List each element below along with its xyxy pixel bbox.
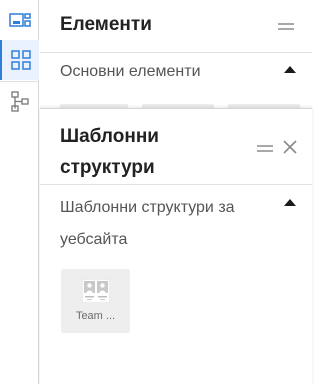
drag-handle-icon[interactable] — [278, 23, 294, 30]
section-divider — [40, 184, 312, 185]
tool-elements-button[interactable] — [0, 40, 39, 80]
grid-icon — [10, 50, 31, 70]
panel-title: Шаблонни структури — [60, 126, 159, 178]
template-card-team[interactable]: Team ... — [61, 269, 130, 333]
tool-structure-button[interactable] — [0, 82, 39, 122]
collapse-caret-icon[interactable] — [284, 66, 296, 73]
left-toolstrip — [0, 0, 39, 384]
templates-panel: Шаблонни структури Шаблонни структури за… — [40, 108, 312, 385]
close-icon[interactable] — [282, 139, 298, 155]
tree-structure-icon — [10, 91, 29, 112]
collapse-caret-icon[interactable] — [284, 199, 296, 206]
team-template-thumbnail-icon — [82, 279, 110, 303]
elements-panel: Елементи Основни елементи — [40, 0, 312, 108]
widget-preview-icon — [8, 13, 31, 27]
section-divider — [40, 52, 312, 53]
template-card-label: Team ... — [75, 310, 116, 322]
tool-preview-button[interactable] — [0, 0, 39, 40]
section-header-website-templates[interactable]: Шаблонни структури за уебсайта — [60, 192, 270, 256]
panel-title: Елементи — [60, 14, 152, 35]
section-header-basic-elements[interactable]: Основни елементи — [60, 63, 201, 81]
drag-handle-icon[interactable] — [257, 145, 273, 152]
